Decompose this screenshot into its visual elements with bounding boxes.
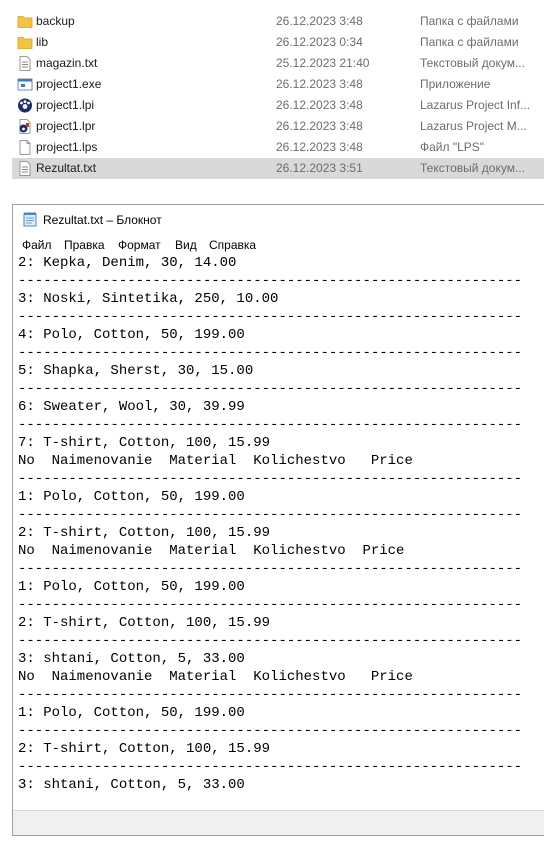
file-modified-date: 26.12.2023 3:51: [276, 161, 363, 175]
file-type: Папка с файлами: [420, 14, 519, 28]
file-row[interactable]: Rezultat.txt 26.12.2023 3:51 Текстовый док…: [12, 158, 544, 179]
menu-format[interactable]: Формат: [118, 238, 161, 252]
text-line: 2: T-shirt, Cotton, 100, 15.99: [18, 525, 271, 541]
file-name: Rezultat.txt: [36, 161, 97, 175]
text-line: ----------------------------------------…: [18, 507, 523, 523]
text-line: 3: shtani, Cotton, 5, 33.00: [18, 777, 245, 793]
file-modified-date: 26.12.2023 3:48: [276, 140, 363, 154]
text-line: ----------------------------------------…: [18, 597, 523, 613]
text-editor-area[interactable]: 2: Kepka, Denim, 30, 14.00 --------------…: [13, 255, 544, 813]
file-modified-date: 26.12.2023 3:48: [276, 98, 363, 112]
text-line: ----------------------------------------…: [18, 633, 523, 649]
editor-lines: 2: Kepka, Denim, 30, 14.00 --------------…: [18, 255, 522, 794]
text-line: 3: shtani, Cotton, 5, 33.00: [18, 651, 245, 667]
lazarus-lpr-icon: [17, 119, 33, 134]
text-file-icon: [17, 56, 33, 71]
file-name: project1.lpr: [36, 119, 96, 133]
text-line: ----------------------------------------…: [18, 561, 523, 577]
folder-icon: [17, 35, 33, 50]
text-line: No Naimenovanie Material Kolichestvo Pri…: [18, 453, 413, 469]
window-title: Rezultat.txt – Блокнот: [43, 213, 162, 227]
file-name: project1.lps: [36, 140, 98, 154]
file-modified-date: 26.12.2023 3:48: [276, 14, 363, 28]
file-row[interactable]: backup 26.12.2023 3:48 Папка с файлами: [12, 11, 544, 32]
file-type: Lazarus Project Inf...: [420, 98, 531, 112]
page-bottom-strip: [0, 836, 544, 849]
lazarus-lpi-icon: [17, 98, 33, 113]
text-line: 1: Polo, Cotton, 50, 199.00: [18, 579, 245, 595]
file-name: magazin.txt: [36, 56, 98, 70]
text-line: ----------------------------------------…: [18, 309, 523, 325]
text-line: No Naimenovanie Material Kolichestvo Pri…: [18, 669, 413, 685]
text-line: 3: Noski, Sintetika, 250, 10.00: [18, 291, 279, 307]
file-row[interactable]: project1.lpi 26.12.2023 3:48 Lazarus Proje…: [12, 95, 544, 116]
text-line: ----------------------------------------…: [18, 417, 523, 433]
file-name: project1.exe: [36, 77, 102, 91]
file-type: Текстовый докум...: [420, 56, 525, 70]
file-name: lib: [36, 35, 49, 49]
menu-bar: Файл Правка Формат Вид Справка: [13, 233, 544, 255]
text-line: ----------------------------------------…: [18, 687, 523, 703]
file-row[interactable]: magazin.txt 25.12.2023 21:40 Текстовый док…: [12, 53, 544, 74]
blank-file-icon: [17, 140, 33, 155]
notepad-titlebar[interactable]: Rezultat.txt – Блокнот: [13, 205, 544, 233]
menu-view[interactable]: Вид: [175, 238, 197, 252]
file-type: Lazarus Project M...: [420, 119, 527, 133]
exe-icon: [17, 77, 33, 92]
text-line: 7: T-shirt, Cotton, 100, 15.99: [18, 435, 271, 451]
file-type: Папка с файлами: [420, 35, 519, 49]
file-modified-date: 26.12.2023 3:48: [276, 77, 363, 91]
text-line: 2: Kepka, Denim, 30, 14.00: [18, 255, 237, 271]
menu-edit[interactable]: Правка: [64, 238, 105, 252]
file-type: Файл "LPS": [420, 140, 485, 154]
file-type: Приложение: [420, 77, 491, 91]
file-explorer-list: backup 26.12.2023 3:48 Папка с файлами lib 2…: [0, 0, 544, 184]
menu-help[interactable]: Справка: [209, 238, 256, 252]
text-file-icon: [17, 161, 33, 176]
menu-file[interactable]: Файл: [22, 238, 52, 252]
text-line: ----------------------------------------…: [18, 759, 523, 775]
file-row[interactable]: project1.lps 26.12.2023 3:48 Файл "LPS": [12, 137, 544, 158]
file-modified-date: 25.12.2023 21:40: [276, 56, 370, 70]
text-line: No Naimenovanie Material Kolichestvo Pri…: [18, 543, 405, 559]
text-line: 2: T-shirt, Cotton, 100, 15.99: [18, 615, 271, 631]
text-line: 6: Sweater, Wool, 30, 39.99: [18, 399, 245, 415]
folder-icon: [17, 14, 33, 29]
text-line: 2: T-shirt, Cotton, 100, 15.99: [18, 741, 271, 757]
file-row[interactable]: project1.lpr 26.12.2023 3:48 Lazarus Proje…: [12, 116, 544, 137]
file-type: Текстовый докум...: [420, 161, 525, 175]
text-line: 4: Polo, Cotton, 50, 199.00: [18, 327, 245, 343]
file-modified-date: 26.12.2023 0:34: [276, 35, 363, 49]
text-line: 5: Shapka, Sherst, 30, 15.00: [18, 363, 254, 379]
status-bar: [13, 810, 544, 835]
text-line: ----------------------------------------…: [18, 381, 523, 397]
text-line: 1: Polo, Cotton, 50, 199.00: [18, 705, 245, 721]
text-line: ----------------------------------------…: [18, 345, 523, 361]
text-line: ----------------------------------------…: [18, 471, 523, 487]
notepad-window: Rezultat.txt – Блокнот Файл Правка Форма…: [12, 204, 544, 836]
file-modified-date: 26.12.2023 3:48: [276, 119, 363, 133]
file-name: backup: [36, 14, 75, 28]
text-line: ----------------------------------------…: [18, 273, 523, 289]
text-line: 1: Polo, Cotton, 50, 199.00: [18, 489, 245, 505]
file-name: project1.lpi: [36, 98, 95, 112]
file-row[interactable]: lib 26.12.2023 0:34 Папка с файлами: [12, 32, 544, 53]
file-row[interactable]: project1.exe 26.12.2023 3:48 Приложение: [12, 74, 544, 95]
notepad-app-icon: [23, 212, 37, 227]
text-line: ----------------------------------------…: [18, 723, 523, 739]
